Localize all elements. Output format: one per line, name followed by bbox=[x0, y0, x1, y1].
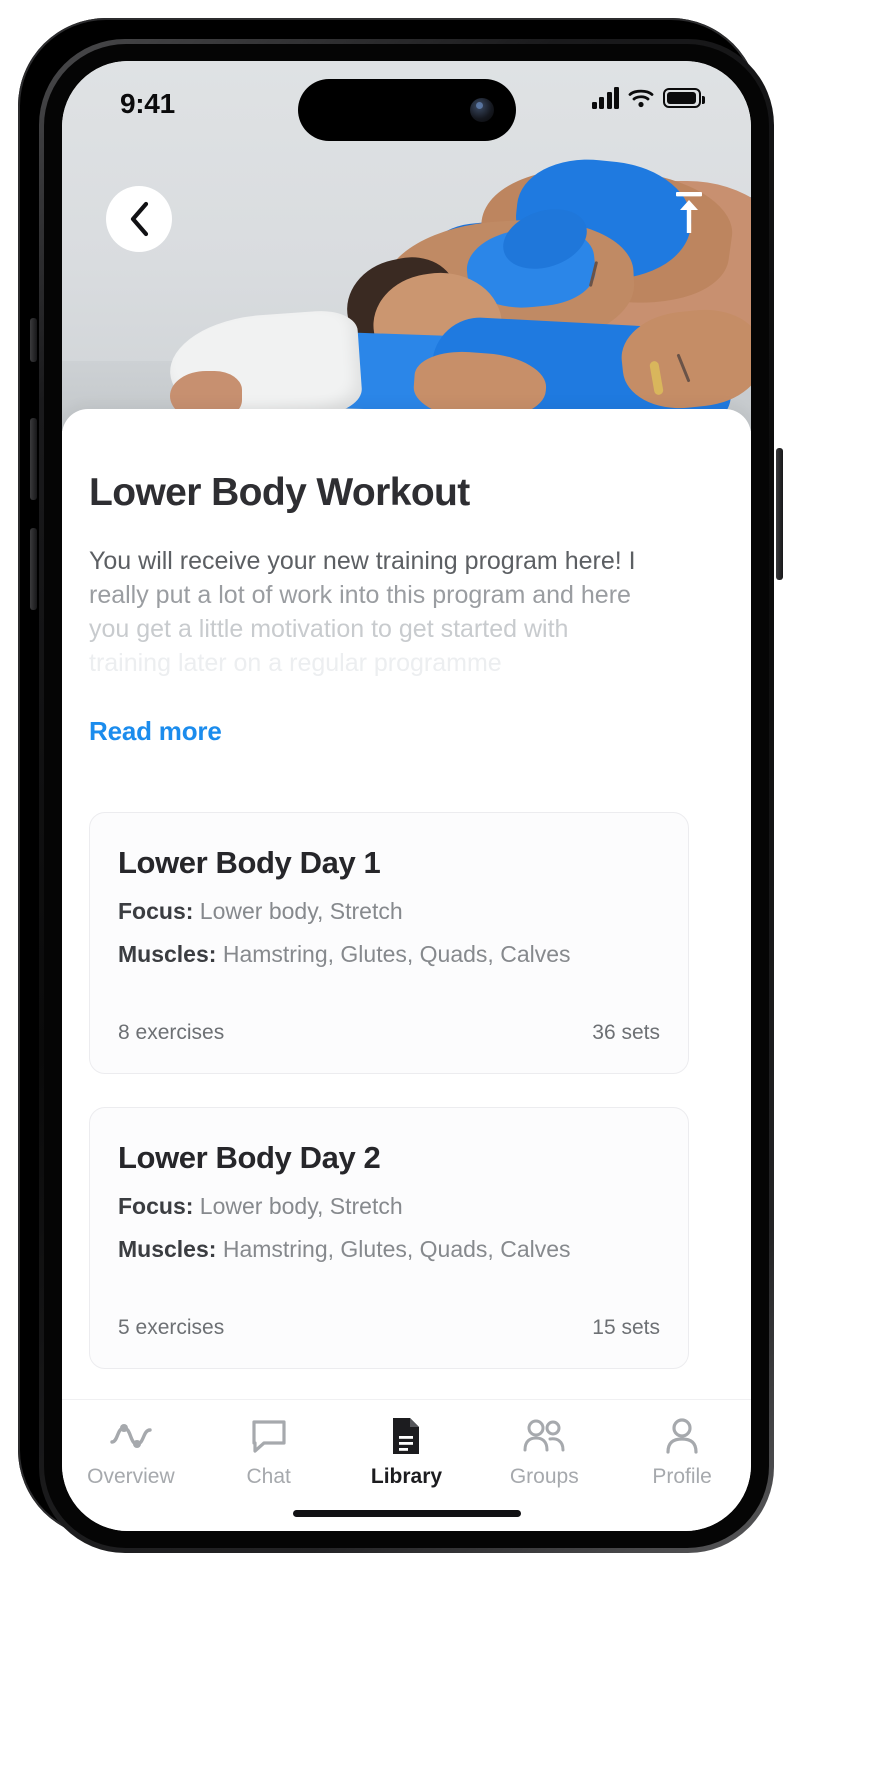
screenshot-canvas: Lower Body Workout You will receive your… bbox=[0, 0, 877, 1781]
tab-library[interactable]: Library bbox=[338, 1400, 476, 1489]
description-line: you get a little motivation to get start… bbox=[89, 615, 569, 643]
tab-chat[interactable]: Chat bbox=[200, 1400, 338, 1489]
muscles-value: Hamstring, Glutes, Quads, Calves bbox=[216, 941, 571, 967]
chevron-left-icon bbox=[130, 201, 149, 237]
focus-label: Focus: bbox=[118, 1193, 194, 1219]
description-line: training later on a regular programme bbox=[89, 649, 502, 677]
phone-screen: Lower Body Workout You will receive your… bbox=[62, 61, 751, 1531]
tab-label: Library bbox=[370, 1465, 443, 1488]
share-upload-icon bbox=[676, 192, 702, 233]
workout-card[interactable]: Lower Body Day 1 Focus: Lower body, Stre… bbox=[89, 812, 689, 1074]
share-button[interactable] bbox=[661, 181, 717, 243]
volume-down-button[interactable] bbox=[30, 528, 37, 610]
workout-card[interactable]: Lower Body Day 2 Focus: Lower body, Stre… bbox=[89, 1107, 689, 1369]
chat-bubble-icon bbox=[250, 1416, 288, 1456]
tab-profile[interactable]: Profile bbox=[613, 1400, 751, 1489]
dynamic-island bbox=[298, 79, 516, 141]
description-line: You will receive your new training progr… bbox=[89, 547, 636, 575]
silent-switch[interactable] bbox=[30, 318, 37, 362]
workout-card-title: Lower Body Day 1 bbox=[118, 845, 381, 880]
front-camera-icon bbox=[470, 98, 494, 122]
person-icon bbox=[664, 1416, 700, 1456]
muscles-label: Muscles: bbox=[118, 941, 217, 967]
tab-label: Chat bbox=[246, 1465, 291, 1488]
activity-pulse-icon bbox=[109, 1416, 153, 1456]
focus-label: Focus: bbox=[118, 898, 194, 924]
status-bar-indicators bbox=[591, 87, 705, 109]
muscles-label: Muscles: bbox=[118, 1236, 217, 1262]
signal-icon bbox=[591, 87, 619, 109]
wifi-icon bbox=[628, 89, 654, 108]
detail-sheet: Lower Body Workout You will receive your… bbox=[62, 409, 751, 1419]
page-title: Lower Body Workout bbox=[89, 471, 470, 514]
battery-icon bbox=[663, 88, 705, 108]
workout-card-muscles: Muscles: Hamstring, Glutes, Quads, Calve… bbox=[118, 1236, 571, 1263]
back-button[interactable] bbox=[106, 186, 172, 252]
tab-label: Groups bbox=[509, 1465, 579, 1488]
tab-label: Overview bbox=[87, 1465, 175, 1488]
focus-value: Lower body, Stretch bbox=[193, 898, 403, 924]
focus-value: Lower body, Stretch bbox=[193, 1193, 403, 1219]
volume-up-button[interactable] bbox=[30, 418, 37, 500]
workout-card-focus: Focus: Lower body, Stretch bbox=[118, 1193, 403, 1220]
description-line: really put a lot of work into this progr… bbox=[89, 581, 631, 609]
phone-frame: Lower Body Workout You will receive your… bbox=[18, 18, 783, 1553]
workout-card-title: Lower Body Day 2 bbox=[118, 1140, 381, 1175]
home-indicator[interactable] bbox=[292, 1510, 521, 1517]
workout-card-set-count: 36 sets bbox=[592, 1021, 660, 1044]
tab-overview[interactable]: Overview bbox=[62, 1400, 200, 1489]
workout-card-set-count: 15 sets bbox=[592, 1316, 660, 1339]
power-button[interactable] bbox=[776, 448, 783, 580]
tab-groups[interactable]: Groups bbox=[475, 1400, 613, 1489]
read-more-link[interactable]: Read more bbox=[89, 716, 222, 747]
workout-card-exercise-count: 8 exercises bbox=[118, 1021, 225, 1044]
workout-card-focus: Focus: Lower body, Stretch bbox=[118, 898, 403, 925]
muscles-value: Hamstring, Glutes, Quads, Calves bbox=[216, 1236, 571, 1262]
people-group-icon bbox=[521, 1416, 567, 1456]
workout-card-exercise-count: 5 exercises bbox=[118, 1316, 225, 1339]
workout-card-muscles: Muscles: Hamstring, Glutes, Quads, Calve… bbox=[118, 941, 571, 968]
document-icon bbox=[389, 1416, 423, 1456]
description-block: You will receive your new training progr… bbox=[89, 544, 679, 680]
tab-label: Profile bbox=[652, 1465, 712, 1488]
status-bar-time: 9:41 bbox=[120, 88, 175, 119]
